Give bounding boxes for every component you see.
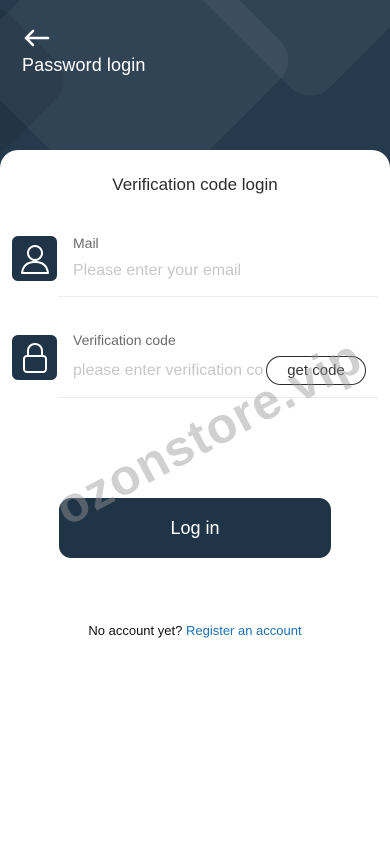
register-row: No account yet? Register an account [0, 623, 390, 638]
user-icon-box [12, 236, 57, 281]
lock-icon-box [12, 335, 57, 380]
code-label: Verification code [73, 332, 176, 348]
verification-code-input[interactable] [73, 360, 263, 382]
card-title: Verification code login [112, 175, 278, 194]
arrow-left-icon [24, 29, 50, 47]
lock-icon [22, 342, 47, 373]
email-input[interactable] [73, 260, 373, 282]
register-link[interactable]: Register an account [186, 623, 302, 638]
login-button[interactable]: Log in [59, 498, 331, 558]
register-prompt: No account yet? [88, 623, 183, 638]
mail-label: Mail [73, 235, 99, 251]
divider [58, 296, 378, 297]
get-code-button[interactable]: get code [266, 356, 366, 385]
user-icon [20, 244, 49, 274]
page-title: Password login [22, 55, 146, 75]
back-button[interactable] [22, 26, 56, 50]
login-card: Verification code login Mail Verificatio… [0, 150, 390, 844]
divider [58, 397, 378, 398]
